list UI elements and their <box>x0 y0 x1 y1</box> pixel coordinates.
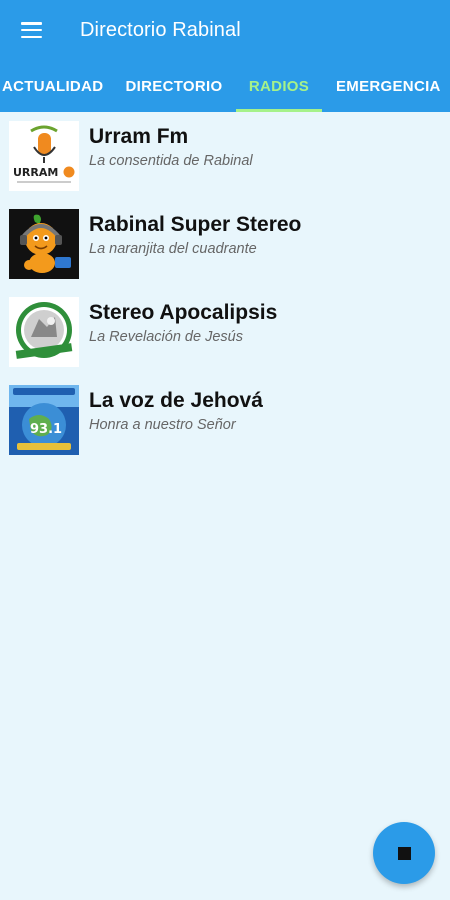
radio-name: Urram Fm <box>89 125 189 148</box>
stop-playback-button[interactable] <box>373 822 435 884</box>
menu-button[interactable] <box>0 0 62 60</box>
urram-fm-logo: URRAM <box>9 121 79 191</box>
stereo-apocalipsis-logo <box>9 297 79 367</box>
radio-item-rabinal-super-stereo[interactable]: Rabinal Super Stereo La naranjita del cu… <box>0 209 450 297</box>
radio-item-la-voz-de-jehova[interactable]: 93.1 La voz de Jehová Honra a nuestro Se… <box>0 385 450 473</box>
tab-emergencia[interactable]: EMERGENCIA <box>322 60 450 112</box>
app-bar: Directorio Rabinal <box>0 0 450 60</box>
la-voz-de-jehova-logo: 93.1 <box>9 385 79 455</box>
radio-slogan: La consentida de Rabinal <box>89 153 253 169</box>
hamburger-menu-icon <box>20 22 42 38</box>
radio-name: Stereo Apocalipsis <box>89 301 278 324</box>
radio-name: Rabinal Super Stereo <box>89 213 302 236</box>
radio-list: URRAM Urram Fm La consentida de Rabinal <box>0 112 450 473</box>
radio-slogan: Honra a nuestro Señor <box>89 417 236 433</box>
tab-directorio[interactable]: DIRECTORIO <box>112 60 236 112</box>
svg-text:93.1: 93.1 <box>30 422 62 437</box>
radio-item-stereo-apocalipsis[interactable]: Stereo Apocalipsis La Revelación de Jesú… <box>0 297 450 385</box>
radio-slogan: La Revelación de Jesús <box>89 329 243 345</box>
svg-text:URRAM: URRAM <box>13 166 58 179</box>
page-title: Directorio Rabinal <box>80 18 241 41</box>
app-screen: Directorio Rabinal ACTUALIDAD DIRECTORIO… <box>0 0 450 900</box>
tab-radios[interactable]: RADIOS <box>236 60 322 112</box>
radio-name: La voz de Jehová <box>89 389 263 412</box>
tab-actualidad[interactable]: ACTUALIDAD <box>0 60 112 112</box>
tab-bar: ACTUALIDAD DIRECTORIO RADIOS EMERGENCIA <box>0 60 450 112</box>
radio-item-urram-fm[interactable]: URRAM Urram Fm La consentida de Rabinal <box>0 121 450 209</box>
rabinal-super-stereo-logo <box>9 209 79 279</box>
stop-icon <box>397 846 411 860</box>
radio-slogan: La naranjita del cuadrante <box>89 241 257 257</box>
